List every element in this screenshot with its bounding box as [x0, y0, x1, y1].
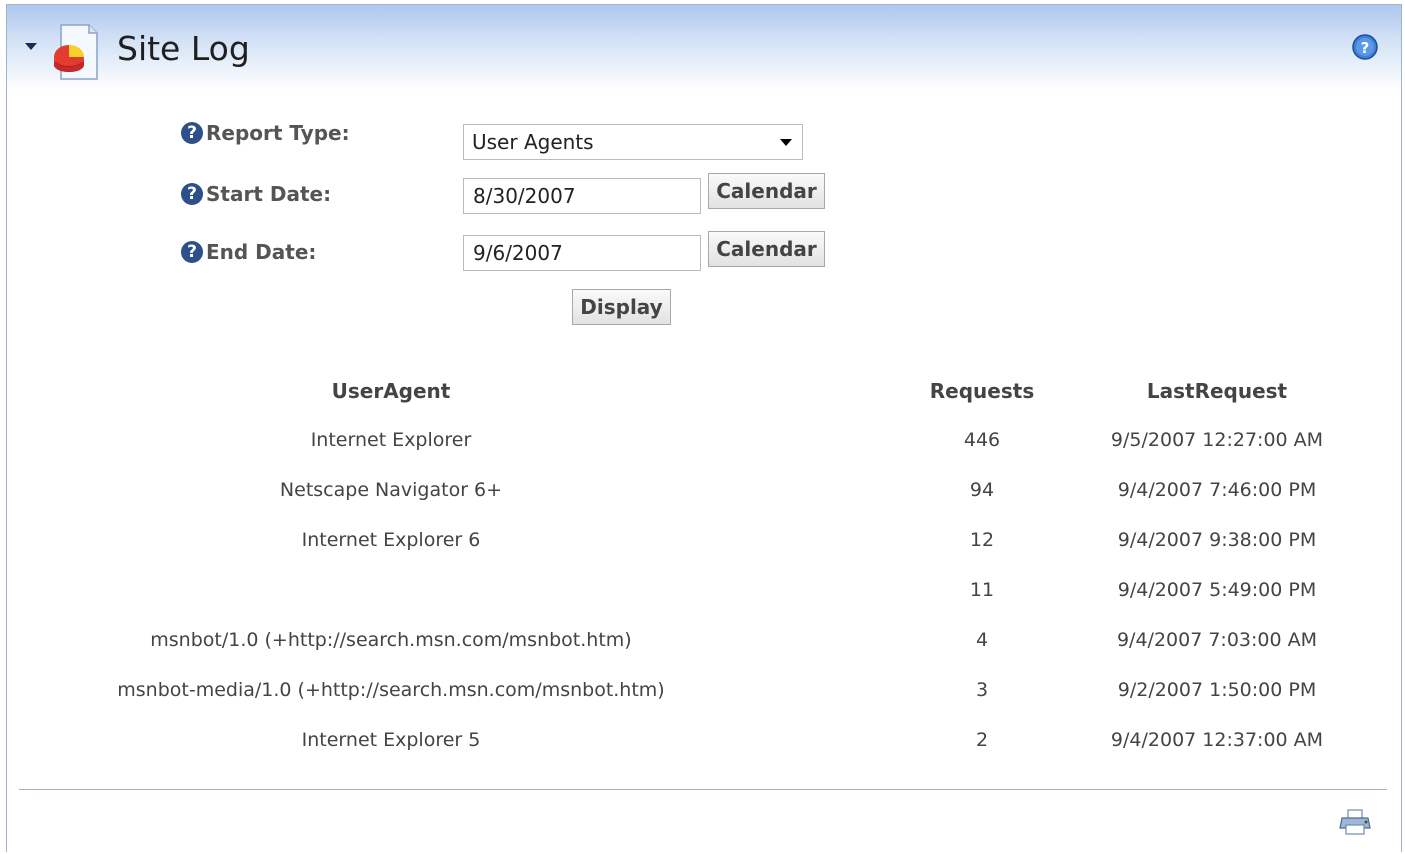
- site-log-module: Site Log ? ? Report Type: User Agents ? …: [6, 4, 1402, 852]
- cell-lastrequest: 9/2/2007 1:50:00 PM: [1117, 679, 1317, 701]
- cell-requests: 446: [963, 429, 1001, 451]
- cell-requests: 2: [975, 729, 989, 751]
- end-date-label-group: ? End Date:: [181, 240, 316, 264]
- help-icon[interactable]: ?: [181, 183, 203, 205]
- cell-lastrequest: 9/4/2007 5:49:00 PM: [1117, 579, 1317, 601]
- cell-requests: 4: [975, 629, 989, 651]
- cell-useragent: Netscape Navigator 6+: [279, 479, 503, 501]
- start-date-input[interactable]: [463, 178, 701, 214]
- cell-requests: 3: [975, 679, 989, 701]
- end-date-input[interactable]: [463, 235, 701, 271]
- cell-lastrequest: 9/4/2007 9:38:00 PM: [1117, 529, 1317, 551]
- dropdown-caret-icon: [780, 139, 792, 146]
- report-type-label: Report Type:: [206, 121, 350, 145]
- cell-useragent: msnbot-media/1.0 (+http://search.msn.com…: [117, 679, 665, 701]
- svg-text:?: ?: [1361, 39, 1370, 57]
- end-calendar-button[interactable]: Calendar: [708, 231, 825, 267]
- report-type-label-group: ? Report Type:: [181, 121, 350, 145]
- cell-lastrequest: 9/5/2007 12:27:00 AM: [1110, 429, 1324, 451]
- site-log-pie-chart-icon: [54, 24, 98, 80]
- cell-useragent: msnbot/1.0 (+http://search.msn.com/msnbo…: [150, 629, 632, 651]
- footer-divider: [19, 789, 1387, 790]
- start-calendar-button[interactable]: Calendar: [708, 173, 825, 209]
- start-date-label-group: ? Start Date:: [181, 182, 331, 206]
- column-header-useragent: UserAgent: [331, 379, 451, 403]
- cell-requests: 94: [969, 479, 995, 501]
- help-icon[interactable]: ?: [181, 241, 203, 263]
- report-type-value: User Agents: [472, 130, 594, 154]
- print-icon[interactable]: [1339, 809, 1373, 835]
- cell-requests: 12: [969, 529, 995, 551]
- column-header-requests: Requests: [929, 379, 1035, 403]
- column-header-lastrequest: LastRequest: [1146, 379, 1288, 403]
- report-type-select[interactable]: User Agents: [463, 124, 803, 160]
- cell-lastrequest: 9/4/2007 7:46:00 PM: [1117, 479, 1317, 501]
- start-date-label: Start Date:: [206, 182, 332, 206]
- cell-lastrequest: 9/4/2007 7:03:00 AM: [1116, 629, 1318, 651]
- cell-useragent: Internet Explorer 5: [301, 729, 481, 751]
- help-icon[interactable]: ?: [1351, 33, 1379, 61]
- module-header: Site Log ?: [7, 5, 1401, 91]
- cell-useragent: Internet Explorer 6: [301, 529, 481, 551]
- chevron-down-icon[interactable]: [25, 43, 37, 50]
- cell-requests: 11: [969, 579, 995, 601]
- end-date-label: End Date:: [206, 240, 317, 264]
- help-icon[interactable]: ?: [181, 122, 203, 144]
- cell-lastrequest: 9/4/2007 12:37:00 AM: [1110, 729, 1324, 751]
- cell-useragent: Internet Explorer: [310, 429, 472, 451]
- page-title: Site Log: [117, 29, 250, 68]
- display-button[interactable]: Display: [572, 289, 671, 325]
